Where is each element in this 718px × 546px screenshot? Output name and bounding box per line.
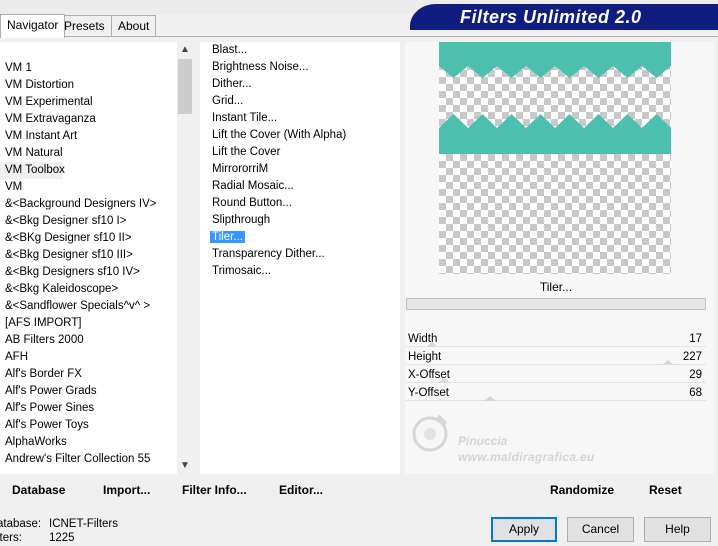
filter-item[interactable]: MirrororriM (200, 161, 400, 178)
progress-bar (406, 298, 706, 310)
reset-button[interactable]: Reset (649, 483, 682, 497)
filter-item[interactable]: Round Button... (200, 195, 400, 212)
filter-item[interactable]: Lift the Cover (With Alpha) (200, 127, 400, 144)
filter-item-label: Lift the Cover (212, 146, 281, 158)
category-item[interactable]: &<Bkg Designers sf10 IV> (0, 264, 193, 281)
preview-band (439, 114, 671, 154)
category-item[interactable]: [AFS IMPORT] (0, 315, 193, 332)
watermark-name: Pinuccia (458, 434, 508, 448)
category-item[interactable]: Alf's Border FX (0, 366, 193, 383)
tab-about[interactable]: About (111, 15, 157, 37)
preview-band (439, 42, 671, 78)
category-item[interactable]: &<Bkg Designer sf10 I> (0, 213, 193, 230)
filter-item[interactable]: Trimosaic... (200, 263, 400, 280)
category-item[interactable]: VM Instant Art (0, 128, 193, 145)
category-item[interactable]: &<Background Designers IV> (0, 196, 193, 213)
apply-button[interactable]: Apply (491, 517, 557, 542)
filter-item[interactable]: Radial Mosaic... (200, 178, 400, 195)
category-list[interactable]: VM 1 VM Distortion VM Experimental VM Extra… (0, 42, 193, 474)
category-item[interactable]: &<Bkg Designer sf10 III> (0, 247, 193, 264)
category-item[interactable]: VM 1 (0, 60, 193, 77)
category-item[interactable]: &<Sandflower Specials^v^ > (0, 298, 193, 315)
filter-item[interactable]: Instant Tile... (200, 110, 400, 127)
cancel-button[interactable]: Cancel (567, 517, 634, 542)
category-item[interactable]: VM Experimental (0, 94, 193, 111)
filter-item-label: Blast... (212, 44, 248, 56)
editor-button[interactable]: Editor... (279, 483, 323, 497)
watermark-icon (412, 414, 448, 452)
filter-item-label: Lift the Cover (With Alpha) (212, 129, 347, 141)
watermark: Pinuccia www.maldiragrafica.eu (410, 410, 630, 470)
param-height[interactable]: Height 227 (406, 348, 706, 366)
category-item[interactable]: VM Toolbox (0, 162, 65, 179)
filter-item-label: Slipthrough (212, 214, 271, 226)
category-item[interactable]: &<Bkg Kaleidoscope> (0, 281, 193, 298)
param-yoffset[interactable]: Y-Offset 68 (406, 384, 706, 402)
category-item[interactable]: Alf's Power Toys (0, 417, 193, 434)
filter-item-label: Tiler... (210, 231, 245, 243)
filter-item[interactable]: Grid... (200, 93, 400, 110)
category-scrollbar[interactable]: ▲ ▼ (177, 42, 193, 474)
parameter-sliders: Width 17 Height 227 X-Offset 29 Y-Offset 68 (406, 330, 706, 402)
slider-thumb[interactable] (437, 378, 450, 383)
database-button[interactable]: Database (12, 483, 65, 497)
filter-item-label: Instant Tile... (212, 112, 278, 124)
filter-item[interactable]: Tiler... (200, 229, 400, 246)
slider-track[interactable] (406, 382, 706, 383)
filter-item[interactable]: Brightness Noise... (200, 59, 400, 76)
slider-track[interactable] (406, 364, 706, 365)
tab-navigator[interactable]: Navigator (0, 14, 66, 38)
current-filter-name: Tiler... (539, 280, 573, 294)
filters-count-label: lters: (0, 532, 22, 544)
randomize-button[interactable]: Randomize (550, 483, 614, 497)
slider-track[interactable] (406, 400, 706, 401)
filter-item-label: Grid... (212, 95, 244, 107)
filters-unlimited-logo: Filters Unlimited 2.0 (410, 4, 718, 30)
scroll-up-icon[interactable]: ▲ (177, 42, 193, 58)
filter-item[interactable]: Lift the Cover (200, 144, 400, 161)
category-item[interactable]: Alf's Power Grads (0, 383, 193, 400)
filter-item-label: Round Button... (212, 197, 292, 209)
filter-info-button[interactable]: Filter Info... (182, 483, 247, 497)
filter-item-label: Brightness Noise... (212, 61, 309, 73)
watermark-url: www.maldiragrafica.eu (458, 450, 595, 464)
category-item[interactable]: AB Filters 2000 (0, 332, 193, 349)
filter-item-label: Transparency Dither... (212, 248, 325, 260)
param-width[interactable]: Width 17 (406, 330, 706, 348)
filter-item[interactable]: Blast... (200, 42, 400, 59)
category-item[interactable]: VM Extravaganza (0, 111, 193, 128)
slider-track[interactable] (406, 346, 706, 347)
category-item[interactable]: VM (0, 179, 193, 196)
filter-item[interactable]: Transparency Dither... (200, 246, 400, 263)
preview-pattern (439, 42, 671, 154)
database-label: atabase: (0, 518, 42, 530)
category-item[interactable]: Alf's Power Sines (0, 400, 193, 417)
scroll-thumb[interactable] (178, 59, 192, 114)
bottom-toolbar: Database Import... Filter Info... Editor… (0, 476, 718, 506)
category-item[interactable]: &<BKg Designer sf10 II> (0, 230, 193, 247)
database-value: ICNET-Filters (49, 518, 118, 530)
tab-divider (0, 36, 718, 37)
slider-thumb[interactable] (662, 360, 675, 365)
filter-item-label: Radial Mosaic... (212, 180, 294, 192)
category-item[interactable]: AFH (0, 349, 193, 366)
filter-preview (439, 42, 671, 274)
help-button[interactable]: Help (644, 517, 711, 542)
category-item[interactable]: Andrew's Filter Collection 55 (0, 451, 193, 468)
category-item[interactable]: AlphaWorks (0, 434, 193, 451)
param-xoffset[interactable]: X-Offset 29 (406, 366, 706, 384)
filter-list[interactable]: Blast... Brightness Noise... Dither... Grid… (200, 42, 400, 474)
category-item[interactable]: VM Distortion (0, 77, 193, 94)
filters-count-value: 1225 (49, 532, 75, 544)
filter-item-label: Dither... (212, 78, 252, 90)
filter-item-label: MirrororriM (212, 163, 269, 175)
slider-thumb[interactable] (483, 396, 496, 401)
slider-thumb[interactable] (426, 342, 439, 347)
scroll-down-icon[interactable]: ▼ (177, 458, 193, 474)
filter-item[interactable]: Slipthrough (200, 212, 400, 229)
import-button[interactable]: Import... (103, 483, 150, 497)
filter-item-label: Trimosaic... (212, 265, 271, 277)
filter-item[interactable]: Dither... (200, 76, 400, 93)
category-item[interactable]: VM Natural (0, 145, 193, 162)
